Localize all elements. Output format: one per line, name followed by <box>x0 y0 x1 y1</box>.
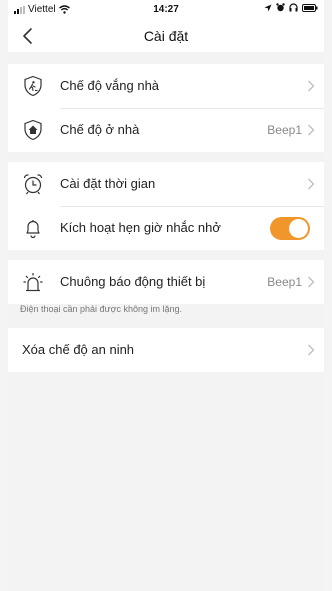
chevron-right-icon <box>308 124 315 136</box>
chevron-right-icon <box>308 178 315 190</box>
page-title: Cài đặt <box>143 28 189 44</box>
clear-security-section: Xóa chế độ an ninh <box>8 328 324 372</box>
time-settings-row[interactable]: Cài đặt thời gian <box>8 162 324 206</box>
security-mode-section: Chế độ vắng nhà Chế độ ở nhà Beep1 <box>8 64 324 152</box>
siren-icon <box>23 273 43 292</box>
alarm-section: Chuông báo động thiết bị Beep1 <box>8 260 324 304</box>
home-mode-shield-icon <box>24 119 42 141</box>
chevron-right-icon <box>308 80 315 92</box>
clear-security-row[interactable]: Xóa chế độ an ninh <box>8 328 324 372</box>
away-mode-label: Chế độ vắng nhà <box>60 78 160 93</box>
device-alarm-row[interactable]: Chuông báo động thiết bị Beep1 <box>8 260 324 304</box>
app-frame: Viettel 14:27 Cài đặt Chế độ vắng nhà Ch… <box>8 0 324 591</box>
away-mode-row[interactable]: Chế độ vắng nhà <box>8 64 324 108</box>
toggle-knob <box>289 219 308 238</box>
away-mode-shield-icon <box>24 75 42 97</box>
device-alarm-value: Beep1 <box>267 275 302 289</box>
alarm-clock-icon <box>276 3 285 12</box>
time-settings-label: Cài đặt thời gian <box>60 176 156 191</box>
reminder-row: Kích hoạt hẹn giờ nhắc nhở <box>8 206 324 250</box>
bell-icon <box>26 220 40 239</box>
timer-section: Cài đặt thời gian Kích hoạt hẹn giờ nhắc… <box>8 162 324 250</box>
home-mode-label: Chế độ ở nhà <box>60 122 140 137</box>
status-bar: Viettel 14:27 <box>8 0 324 20</box>
clear-security-label: Xóa chế độ an ninh <box>22 342 135 357</box>
nav-bar: Cài đặt <box>8 20 324 52</box>
location-icon <box>264 4 272 11</box>
device-alarm-label: Chuông báo động thiết bị <box>60 274 206 289</box>
home-mode-value: Beep1 <box>267 123 302 137</box>
reminder-toggle[interactable] <box>270 217 310 240</box>
alarm-note: Điện thoại cần phải được không im lặng. <box>20 304 183 314</box>
alarm-clock-icon <box>23 174 43 195</box>
home-mode-row[interactable]: Chế độ ở nhà Beep1 <box>8 108 324 152</box>
battery-icon <box>302 3 318 12</box>
reminder-label: Kích hoạt hẹn giờ nhắc nhở <box>60 220 221 235</box>
chevron-right-icon <box>308 344 315 356</box>
chevron-right-icon <box>308 276 315 288</box>
status-right <box>264 3 318 12</box>
headphones-icon <box>289 3 298 12</box>
